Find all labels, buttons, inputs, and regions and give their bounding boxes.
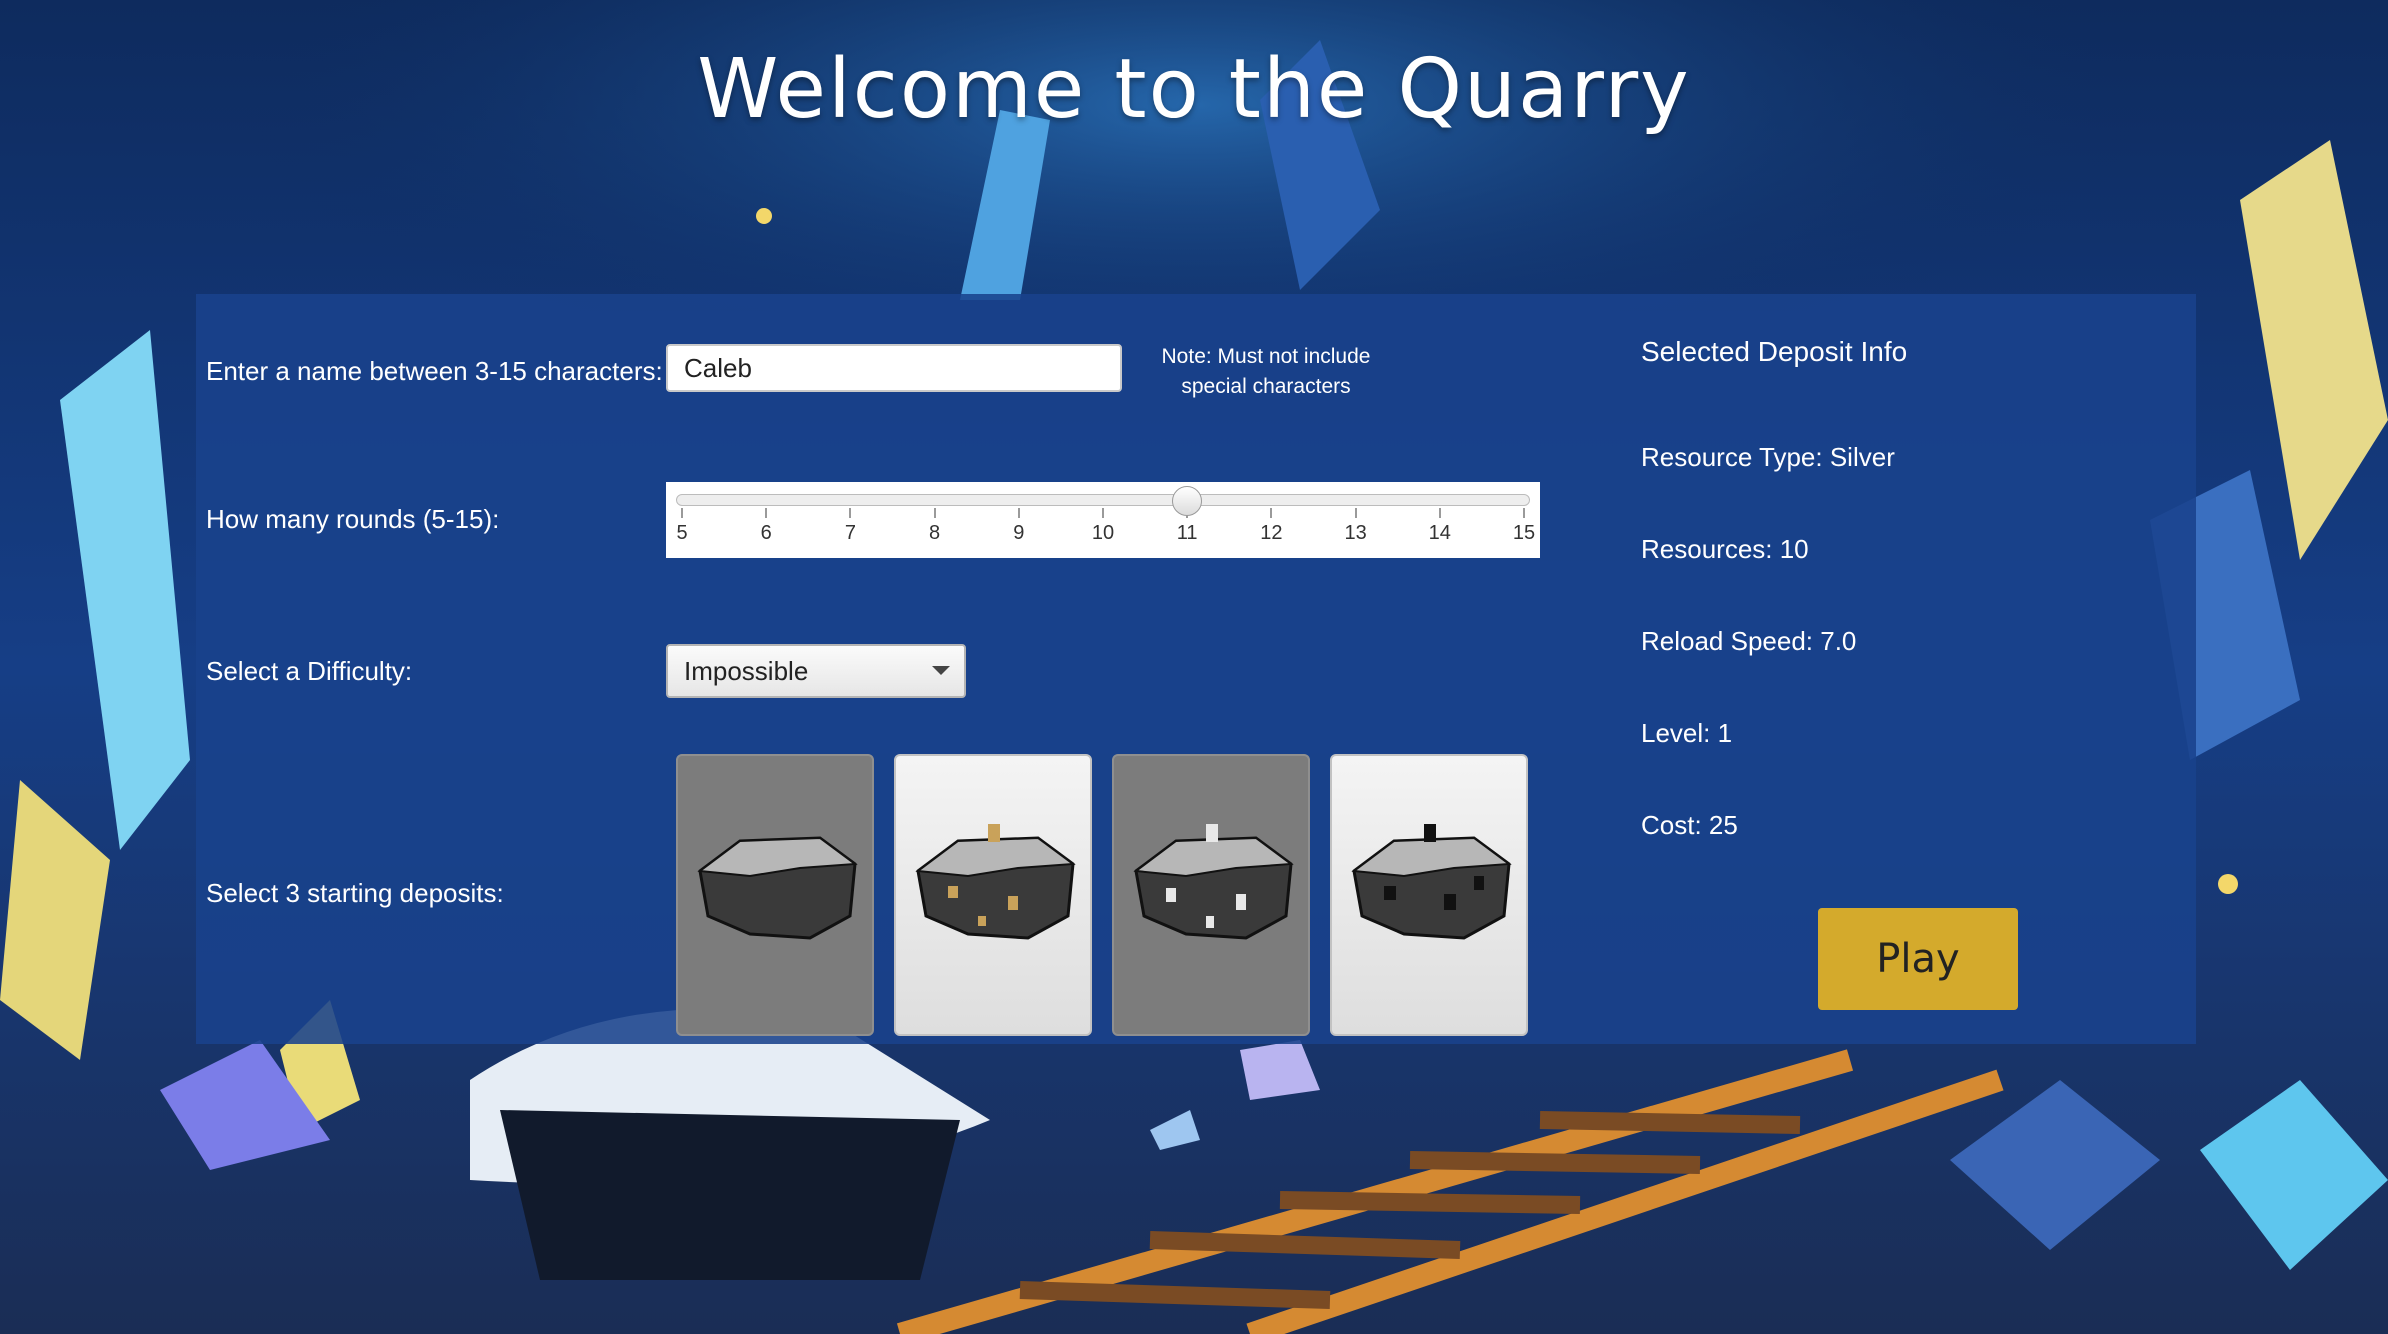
slider-tick (1523, 508, 1525, 518)
slider-track[interactable] (676, 494, 1530, 506)
plain-rock-icon (697, 836, 858, 940)
slider-tick (933, 508, 936, 518)
silver-rock-icon (1133, 824, 1294, 940)
slider-tick-label: 11 (1176, 522, 1198, 544)
name-label: Enter a name between 3-15 characters: (206, 356, 663, 386)
difficulty-label: Select a Difficulty: (206, 656, 413, 686)
slider-tick-label: 6 (760, 522, 772, 544)
deposit-card-plain[interactable] (676, 754, 874, 1036)
slider-tick-label: 10 (1091, 522, 1115, 544)
gold-rock-icon (915, 824, 1076, 940)
slider-tick-label: 9 (1013, 522, 1025, 544)
slider-tick-label: 12 (1260, 522, 1283, 544)
slider-tick (765, 508, 768, 518)
rounds-slider[interactable]: 5 6 7 8 9 10 11 12 13 14 15 (666, 482, 1540, 558)
page-title: Welcome to the Quarry (697, 42, 1691, 137)
deposit-card-gold[interactable] (894, 754, 1092, 1036)
info-cost: Cost: 25 (1641, 810, 1738, 840)
name-input[interactable]: Caleb (666, 344, 1122, 392)
rounds-label: How many rounds (5-15): (206, 504, 500, 534)
slider-tick (1354, 508, 1357, 518)
info-level: Level: 1 (1641, 718, 1733, 748)
slider-tick-label: 14 (1428, 522, 1451, 544)
chevron-down-icon[interactable] (932, 666, 950, 675)
setup-panel: Enter a name between 3-15 characters: Ca… (196, 294, 2196, 1044)
slider-tick (1438, 508, 1441, 518)
difficulty-select[interactable]: Impossible (666, 644, 966, 698)
slider-tick (681, 508, 683, 518)
deposit-card-coal[interactable] (1330, 754, 1528, 1036)
info-resources: Resources: 10 (1641, 534, 1809, 564)
slider-thumb[interactable] (1172, 486, 1203, 516)
info-resource-type: Resource Type: Silver (1641, 442, 1895, 472)
slider-tick (1017, 508, 1020, 518)
play-button[interactable]: Play (1818, 908, 2018, 1010)
info-reload-speed: Reload Speed: 7.0 (1641, 626, 1857, 656)
info-header: Selected Deposit Info (1641, 336, 1908, 367)
slider-tick-label: 7 (844, 522, 856, 544)
slider-tick-label: 5 (676, 522, 688, 544)
coal-rock-icon (1351, 824, 1512, 940)
slider-tick (1102, 508, 1104, 518)
deposit-card-silver[interactable] (1112, 754, 1310, 1036)
name-note: Note: Must not include special character… (1161, 345, 1371, 398)
slider-tick (1270, 508, 1273, 518)
slider-tick-label: 13 (1344, 522, 1367, 544)
slider-tick-label: 15 (1512, 522, 1536, 544)
difficulty-value: Impossible (684, 656, 809, 686)
deposits-label: Select 3 starting deposits: (206, 878, 504, 908)
slider-tick-label: 8 (929, 522, 941, 544)
slider-tick (849, 508, 852, 518)
